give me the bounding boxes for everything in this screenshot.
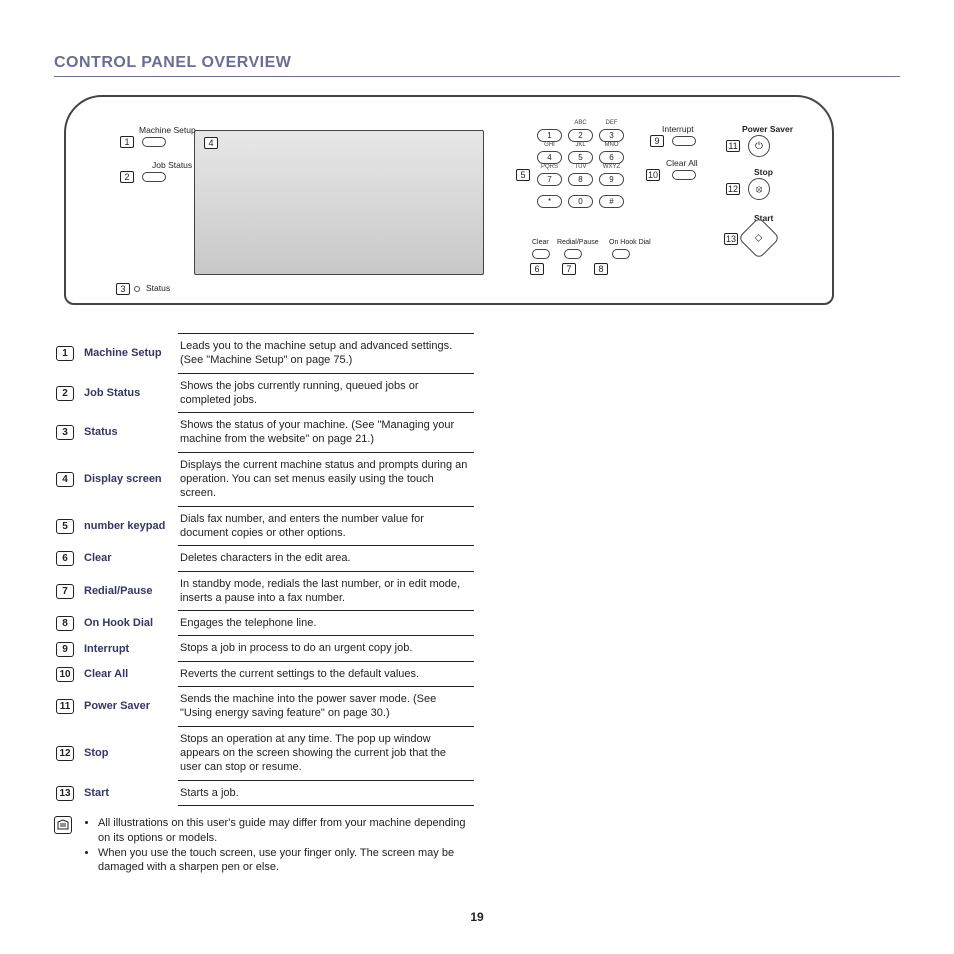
- row-desc: Shows the status of your machine. (See "…: [178, 413, 474, 453]
- row-desc: Stops an operation at any time. The pop …: [178, 726, 474, 780]
- table-row: 7 Redial/PauseIn standby mode, redials th…: [54, 571, 474, 611]
- display-screen: [194, 130, 484, 275]
- callout-1: 1: [120, 136, 134, 148]
- table-row: 8 On Hook DialEngages the telephone line.: [54, 611, 474, 636]
- row-desc: In standby mode, redials the last number…: [178, 571, 474, 611]
- table-row: 13 StartStarts a job.: [54, 780, 474, 805]
- row-num: 6: [56, 551, 74, 566]
- row-num: 1: [56, 346, 74, 361]
- callout-9: 9: [650, 135, 664, 147]
- row-name: Clear All: [80, 661, 178, 686]
- table-row: 4 Display screenDisplays the current mach…: [54, 452, 474, 506]
- row-desc: Shows the jobs currently running, queued…: [178, 373, 474, 413]
- callout-12: 12: [726, 183, 740, 195]
- callout-11: 11: [726, 140, 740, 152]
- callout-13: 13: [724, 233, 738, 245]
- callout-8: 8: [594, 263, 608, 275]
- row-desc: Dials fax number, and enters the number …: [178, 506, 474, 546]
- callout-4: 4: [204, 137, 218, 149]
- interrupt-button[interactable]: [672, 136, 696, 146]
- row-num: 13: [56, 786, 74, 801]
- table-row: 10 Clear AllReverts the current settings …: [54, 661, 474, 686]
- label-power-saver: Power Saver: [742, 124, 793, 134]
- callout-table: 1 Machine SetupLeads you to the machine s…: [54, 333, 474, 806]
- label-interrupt: Interrupt: [662, 124, 694, 134]
- row-name: On Hook Dial: [80, 611, 178, 636]
- row-name: Interrupt: [80, 636, 178, 661]
- clear-button[interactable]: [532, 249, 550, 259]
- label-status: Status: [146, 283, 170, 293]
- panel-illustration: Machine Setup 1 Job Status 2 Status 3 4 …: [54, 95, 844, 315]
- row-name: number keypad: [80, 506, 178, 546]
- note-item: When you use the touch screen, use your …: [98, 846, 474, 876]
- note-item: All illustrations on this user's guide m…: [98, 816, 474, 846]
- stop-button[interactable]: ⦻: [748, 178, 770, 200]
- label-clear-all: Clear All: [666, 158, 698, 168]
- row-name: Display screen: [80, 452, 178, 506]
- row-num: 12: [56, 746, 74, 761]
- note-icon: [54, 816, 72, 834]
- page-number: 19: [0, 910, 954, 924]
- row-num: 5: [56, 519, 74, 534]
- number-keypad[interactable]: 1 2 ABC 3 DEF 4 GHI 5 JKL 6 MNO 7 PQRS 8…: [532, 125, 642, 235]
- row-desc: Engages the telephone line.: [178, 611, 474, 636]
- notes-block: All illustrations on this user's guide m…: [54, 816, 474, 875]
- table-row: 9 InterruptStops a job in process to do a…: [54, 636, 474, 661]
- on-hook-dial-button[interactable]: [612, 249, 630, 259]
- row-desc: Deletes characters in the edit area.: [178, 546, 474, 571]
- table-row: 5 number keypadDials fax number, and ente…: [54, 506, 474, 546]
- row-desc: Sends the machine into the power saver m…: [178, 687, 474, 727]
- label-stop: Stop: [754, 167, 773, 177]
- table-row: 1 Machine SetupLeads you to the machine s…: [54, 334, 474, 374]
- row-name: Redial/Pause: [80, 571, 178, 611]
- callout-7: 7: [562, 263, 576, 275]
- row-desc: Leads you to the machine setup and advan…: [178, 334, 474, 374]
- table-row: 2 Job StatusShows the jobs currently runn…: [54, 373, 474, 413]
- callout-6: 6: [530, 263, 544, 275]
- row-name: Start: [80, 780, 178, 805]
- row-num: 8: [56, 616, 74, 631]
- page-heading: CONTROL PANEL OVERVIEW: [54, 54, 900, 77]
- row-num: 10: [56, 667, 74, 682]
- callout-5: 5: [516, 169, 530, 181]
- label-redial-pause: Redial/Pause: [557, 239, 599, 246]
- label-clear: Clear: [532, 239, 549, 246]
- row-num: 9: [56, 642, 74, 657]
- row-num: 11: [56, 699, 74, 714]
- row-name: Clear: [80, 546, 178, 571]
- clear-all-button[interactable]: [672, 170, 696, 180]
- row-name: Power Saver: [80, 687, 178, 727]
- row-name: Stop: [80, 726, 178, 780]
- row-num: 4: [56, 472, 74, 487]
- row-num: 3: [56, 425, 74, 440]
- table-row: 3 StatusShows the status of your machine.…: [54, 413, 474, 453]
- row-desc: Starts a job.: [178, 780, 474, 805]
- machine-setup-button[interactable]: [142, 137, 166, 147]
- row-name: Status: [80, 413, 178, 453]
- job-status-button[interactable]: [142, 172, 166, 182]
- power-saver-button[interactable]: ⏻: [748, 135, 770, 157]
- row-name: Job Status: [80, 373, 178, 413]
- table-row: 6 ClearDeletes characters in the edit are…: [54, 546, 474, 571]
- callout-10: 10: [646, 169, 660, 181]
- callout-2: 2: [120, 171, 134, 183]
- label-job-status: Job Status: [152, 160, 192, 170]
- row-desc: Displays the current machine status and …: [178, 452, 474, 506]
- table-row: 12 StopStops an operation at any time. Th…: [54, 726, 474, 780]
- callout-3: 3: [116, 283, 130, 295]
- row-num: 2: [56, 386, 74, 401]
- row-desc: Reverts the current settings to the defa…: [178, 661, 474, 686]
- label-on-hook-dial: On Hook Dial: [609, 239, 651, 246]
- row-num: 7: [56, 584, 74, 599]
- table-row: 11 Power SaverSends the machine into the …: [54, 687, 474, 727]
- redial-pause-button[interactable]: [564, 249, 582, 259]
- label-machine-setup: Machine Setup: [139, 125, 196, 135]
- row-name: Machine Setup: [80, 334, 178, 374]
- row-desc: Stops a job in process to do an urgent c…: [178, 636, 474, 661]
